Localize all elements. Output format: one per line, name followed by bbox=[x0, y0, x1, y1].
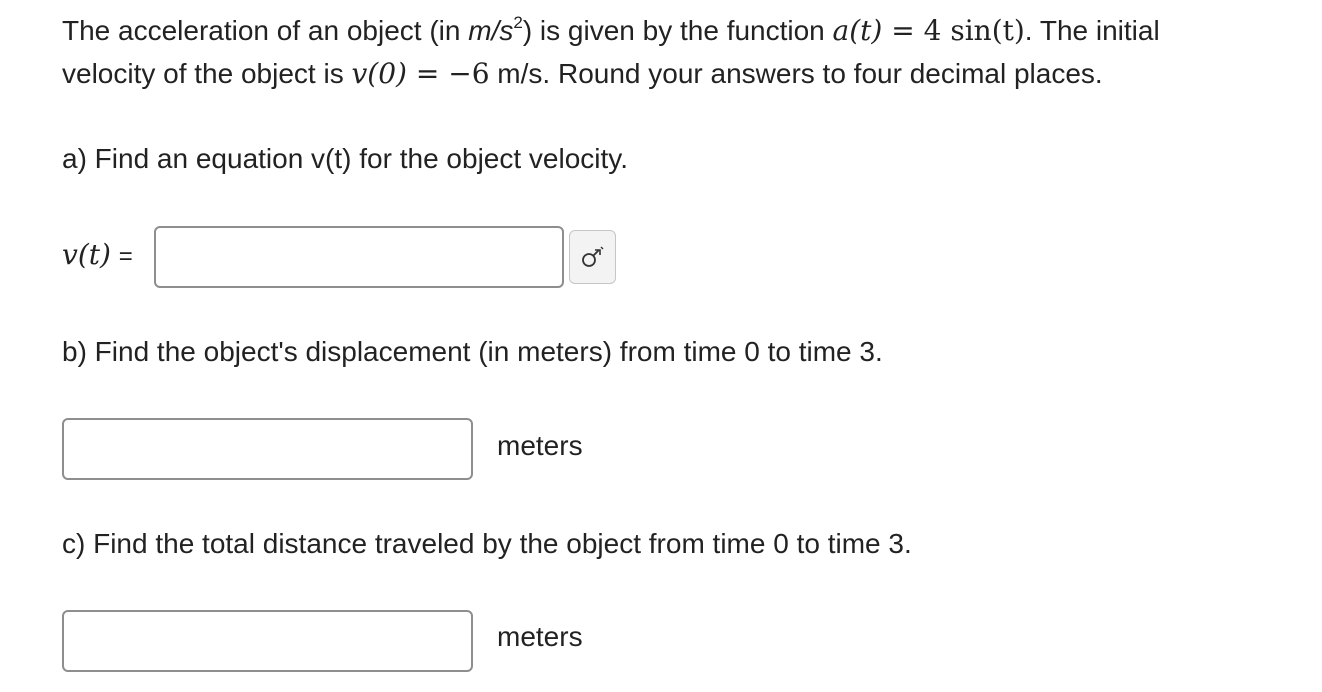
math-expression: a(t) = 4 sin(t) bbox=[833, 14, 1025, 47]
part-a-label: v(t) = bbox=[62, 238, 133, 271]
distance-answer-input[interactable] bbox=[62, 610, 473, 672]
displacement-answer-input[interactable] bbox=[62, 418, 473, 480]
math-equals: = bbox=[891, 14, 915, 47]
equation-editor-button[interactable] bbox=[569, 230, 616, 284]
part-b-question: b) Find the object's displacement (in me… bbox=[62, 336, 883, 367]
math-lhs: a(t) bbox=[832, 14, 883, 47]
velocity-answer-input[interactable] bbox=[154, 226, 564, 288]
problem-text: ) is given by the function bbox=[522, 15, 833, 46]
equation-editor-icon bbox=[581, 246, 603, 267]
distance-unit-label: meters bbox=[497, 621, 583, 652]
displacement-unit-label: meters bbox=[497, 430, 583, 461]
velocity-function-label: v(t) bbox=[62, 238, 111, 271]
math-equals: = bbox=[415, 57, 440, 90]
unit-superscript: 2 bbox=[513, 13, 523, 32]
math-rhs: −6 bbox=[448, 57, 490, 90]
unit-text: m/s bbox=[468, 15, 514, 46]
problem-line-2: velocity of the object is v(0) = −6 m/s.… bbox=[62, 57, 1103, 90]
problem-line-1: The acceleration of an object (in m/s2) … bbox=[62, 13, 1160, 47]
math-lhs: v(0) bbox=[351, 57, 407, 90]
part-c-question: c) Find the total distance traveled by t… bbox=[62, 528, 912, 559]
problem-text: velocity of the object is bbox=[62, 58, 352, 89]
problem-text: . The initial bbox=[1024, 15, 1160, 46]
part-a-question: a) Find an equation v(t) for the object … bbox=[62, 143, 628, 174]
math-rhs: 4 sin(t) bbox=[923, 14, 1025, 47]
math-expression: v(0) = −6 bbox=[351, 57, 489, 90]
problem-text: The acceleration of an object (in bbox=[62, 15, 469, 46]
equals-sign: = bbox=[118, 243, 133, 270]
problem-text: m/s. Round your answers to four decimal … bbox=[489, 58, 1103, 89]
